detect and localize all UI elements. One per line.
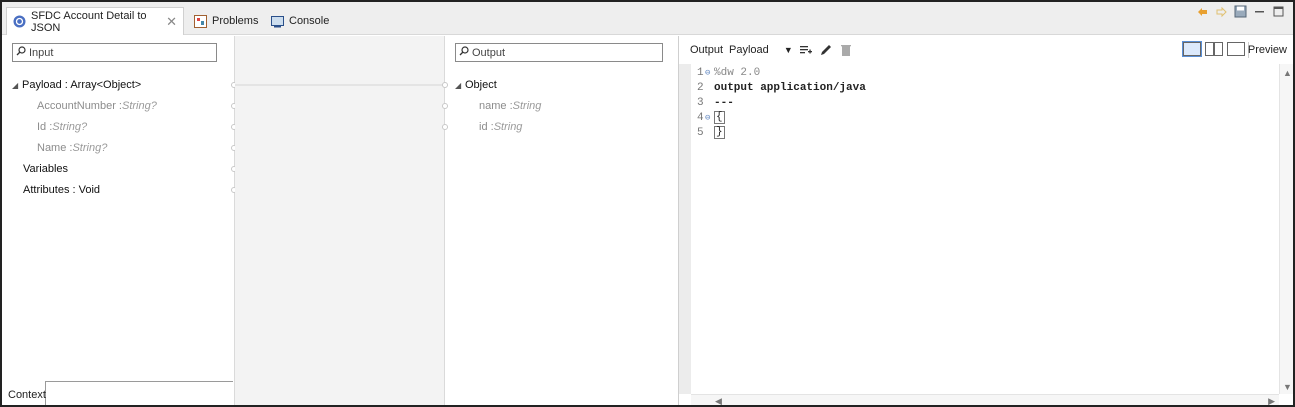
scroll-up-icon[interactable]: ▲: [1283, 68, 1292, 78]
maximize-icon[interactable]: [1272, 5, 1285, 18]
connector-dot[interactable]: [442, 124, 448, 130]
code-line: 5 }: [697, 125, 866, 140]
scroll-down-icon[interactable]: ▼: [1283, 382, 1292, 392]
tab-sfdc-account-detail[interactable]: SFDC Account Detail to JSON ✕: [6, 7, 184, 35]
line-number: 3: [697, 96, 704, 109]
tab-label: Problems: [212, 15, 259, 27]
add-target-icon[interactable]: [799, 43, 813, 57]
search-icon: [459, 46, 469, 59]
tree-item-attributes[interactable]: Attributes : Void: [23, 181, 100, 199]
editor-gutter: [679, 64, 691, 394]
split-view-icon[interactable]: [1205, 42, 1223, 56]
search-icon: [16, 46, 26, 59]
payload-label: Payload: [729, 44, 769, 56]
editor-tab-bar: SFDC Account Detail to JSON ✕ Problems C…: [2, 2, 1293, 35]
code-line: 4 ⊖ {: [697, 111, 725, 124]
tree-item-name[interactable]: Name : String?: [37, 139, 107, 157]
tree-item-output-id[interactable]: id : String: [479, 118, 522, 136]
output-search-field[interactable]: Output: [455, 43, 663, 62]
tab-label: SFDC Account Detail to JSON: [31, 9, 147, 34]
code-line: 2 output application/java: [697, 80, 866, 95]
view-mode-buttons: [1182, 41, 1245, 57]
tab-console[interactable]: Console: [265, 7, 335, 35]
tree-item-label: Payload : Array<Object>: [22, 79, 142, 91]
console-icon: [271, 15, 284, 28]
expand-caret-icon[interactable]: ◢: [455, 81, 465, 90]
payload-dropdown[interactable]: Payload ▼: [729, 44, 793, 56]
code-editor[interactable]: 1 ⊖ %dw 2.0 2 output application/java 3 …: [697, 65, 866, 140]
save-icon[interactable]: [1234, 5, 1247, 18]
tree-item-id[interactable]: Id : String?: [37, 118, 87, 136]
tree-item-accountnumber[interactable]: AccountNumber : String?: [37, 97, 157, 115]
code-text: %dw 2.0: [714, 66, 761, 79]
tree-item-label: Attributes : Void: [23, 184, 101, 196]
vertical-scrollbar[interactable]: ▲ ▼: [1279, 64, 1293, 394]
code-line: 1 ⊖ %dw 2.0: [697, 66, 761, 79]
output-panel: Output ◢ Object name : String id : Strin…: [442, 36, 679, 405]
input-search-field[interactable]: Input: [12, 43, 217, 62]
input-search-placeholder: Input: [29, 46, 54, 59]
output-label: Output: [690, 44, 724, 56]
minimize-icon[interactable]: [1253, 5, 1266, 18]
mapping-canvas[interactable]: [235, 36, 445, 405]
chevron-down-icon: ▼: [783, 45, 793, 55]
horizontal-scrollbar[interactable]: ◀ ▶: [691, 394, 1279, 405]
source-only-view-icon[interactable]: [1182, 41, 1202, 57]
field-type: String?: [121, 100, 157, 112]
close-icon[interactable]: ✕: [166, 14, 177, 30]
undo-icon[interactable]: [1215, 5, 1228, 18]
mapping-line: [235, 84, 445, 86]
delete-icon[interactable]: [839, 43, 853, 57]
dataweave-editor-window: SFDC Account Detail to JSON ✕ Problems C…: [0, 0, 1295, 407]
field-name: id :: [479, 121, 494, 133]
field-name: AccountNumber :: [37, 100, 122, 112]
expand-caret-icon[interactable]: ◢: [12, 81, 22, 90]
tab-label: Console: [289, 15, 330, 27]
window-controls: [1196, 5, 1285, 18]
single-view-icon[interactable]: [1227, 42, 1245, 56]
field-name: Name :: [37, 142, 73, 154]
connector-dot[interactable]: [442, 82, 448, 88]
line-number: 5: [697, 126, 704, 139]
field-type: String?: [52, 121, 88, 133]
field-name: name :: [479, 100, 513, 112]
tree-item-label: Object: [465, 79, 497, 91]
field-type: String?: [72, 142, 108, 154]
code-text: {: [714, 111, 725, 124]
output-search-placeholder: Output: [472, 46, 506, 59]
edit-icon[interactable]: [819, 43, 833, 57]
scroll-left-icon[interactable]: ◀: [715, 396, 722, 405]
script-editor-panel: Output Payload ▼ Preview 1 ⊖ %dw 2.0 2 o…: [679, 36, 1293, 405]
code-text: ---: [714, 96, 734, 109]
tab-problems[interactable]: Problems: [188, 7, 264, 35]
context-field[interactable]: [45, 381, 233, 405]
scroll-right-icon[interactable]: ▶: [1268, 396, 1275, 405]
tree-item-label: Variables: [23, 163, 69, 175]
code-text: output application/java: [714, 81, 866, 94]
tree-item-object[interactable]: ◢ Object: [455, 76, 497, 94]
field-type: String: [512, 100, 542, 112]
field-name: Id :: [37, 121, 53, 133]
tree-item-output-name[interactable]: name : String: [479, 97, 541, 115]
preview-button[interactable]: Preview: [1248, 44, 1287, 56]
dataweave-icon: [13, 15, 26, 28]
problems-icon: [194, 14, 207, 28]
tree-item-variables[interactable]: Variables: [23, 160, 68, 178]
line-number: 2: [697, 81, 704, 94]
code-text: }: [714, 126, 725, 139]
sync-icon[interactable]: [1196, 5, 1209, 18]
context-label: Context: [8, 389, 46, 401]
code-line: 3 ---: [697, 95, 866, 110]
field-type: String: [493, 121, 523, 133]
tree-item-payload[interactable]: ◢ Payload : Array<Object>: [12, 76, 141, 94]
connector-dot[interactable]: [442, 103, 448, 109]
input-panel: Input ◢ Payload : Array<Object> AccountN…: [2, 36, 237, 405]
